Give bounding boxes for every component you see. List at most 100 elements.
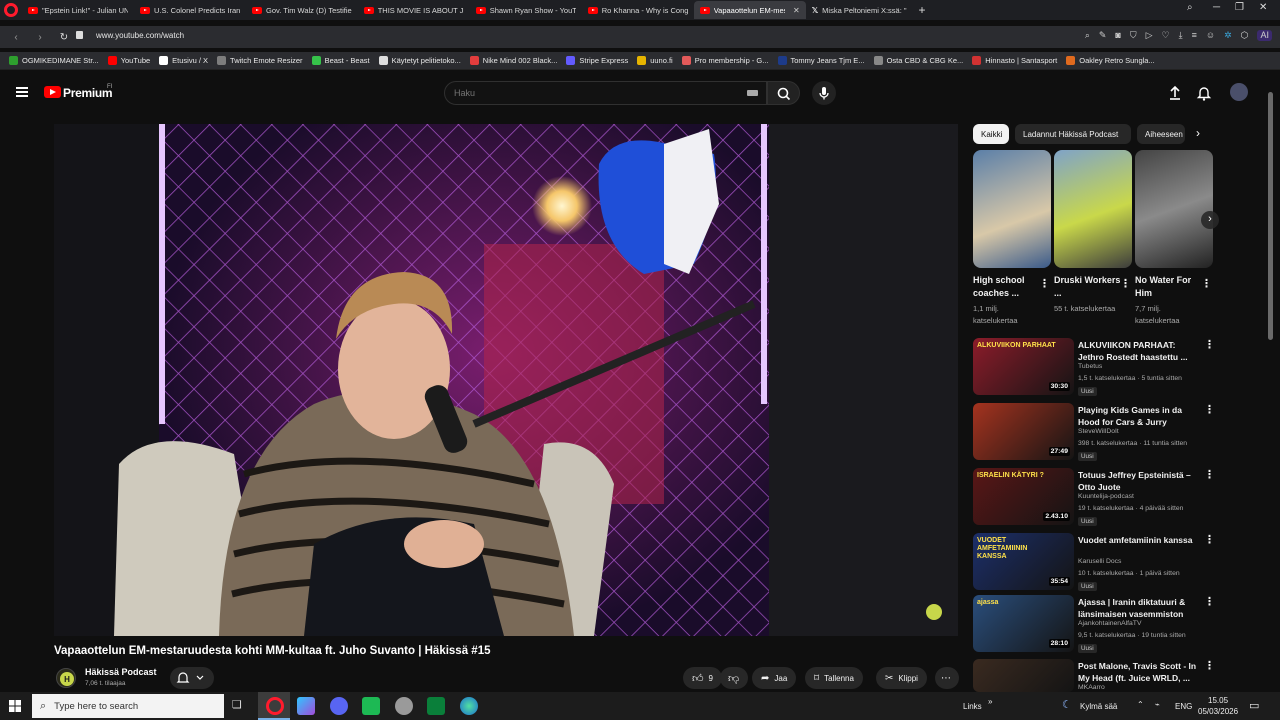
links-toolbar[interactable]: Links [963,702,982,711]
bookmark-item[interactable]: YouTube [107,56,150,65]
chips-next-icon[interactable]: › [1190,126,1206,142]
browser-tab[interactable]: Shawn Ryan Show - YouT [470,1,582,19]
voice-search-button[interactable] [812,81,836,105]
recommendation-thumbnail[interactable] [973,659,1074,692]
copilot-taskbar-icon[interactable] [297,697,315,715]
recommendation-channel[interactable]: Karuselli Docs [1078,558,1121,565]
more-actions-button[interactable]: ⋯ [935,667,959,689]
recommendation-menu-icon[interactable]: ⋮ [1204,470,1215,481]
guide-menu-icon[interactable] [16,87,28,97]
recommendation-menu-icon[interactable]: ⋮ [1204,661,1215,672]
recommendation-title[interactable]: Ajassa | Iranin diktatuuri & länsimaisen… [1078,596,1200,620]
brand-label[interactable]: Premium [63,86,113,100]
bookmark-item[interactable]: Etusivu / X [159,56,208,65]
opera-taskbar-icon[interactable] [266,697,284,715]
recommendation-thumbnail[interactable]: VUODET AMFETAMIININ KANSSA 35:54 [973,533,1074,590]
recommendation-channel[interactable]: Tubetus [1078,363,1102,370]
search-button[interactable] [767,81,800,105]
bookmark-item[interactable]: OGMIKEDIMANE Str... [9,56,99,65]
filter-chip[interactable]: Ladannut Häkissä Podcast [1015,124,1131,144]
recommendation-title[interactable]: ALKUVIIKON PARHAAT: Jethro Rostedt haast… [1078,339,1200,363]
edit-icon[interactable]: ✎ [1099,30,1107,41]
player-icon[interactable]: ▷ [1146,30,1153,41]
task-view-icon[interactable]: ❏ [232,698,242,711]
bookmark-item[interactable]: Hinnasto | Santasport [972,56,1057,65]
search-page-icon[interactable]: ⌕ [1085,30,1090,41]
save-button[interactable]: ⌑ Tallenna [805,667,863,689]
shorts-next-icon[interactable]: › [1201,211,1219,229]
bookmark-item[interactable]: Tommy Jeans Tjm E... [777,56,865,65]
recommendation-channel[interactable]: AjankohtainenAlfaTV [1078,620,1141,627]
channel-name[interactable]: Häkissä Podcast [85,667,157,677]
windows-start-icon[interactable] [9,700,21,712]
heart-icon[interactable]: ♡ [1162,30,1170,41]
short-menu-icon[interactable]: ⋮ [1039,279,1050,290]
recommendation-thumbnail[interactable]: 27:49 [973,403,1074,460]
opera-logo-icon[interactable] [4,3,18,17]
account-avatar[interactable] [1230,83,1248,101]
clock-time[interactable]: 15.05 [1208,696,1228,705]
media-taskbar-icon[interactable] [427,697,445,715]
bookmark-item[interactable]: Twitch Emote Resizer [217,56,303,65]
short-menu-icon[interactable]: ⋮ [1120,279,1131,290]
language-indicator[interactable]: ENG [1175,702,1192,711]
forward-icon[interactable]: › [32,32,48,43]
menu-icon[interactable]: ≡ [1192,30,1197,41]
recommendation-channel[interactable]: Kuuntelija-podcast [1078,493,1134,500]
recommendation-thumbnail[interactable]: ajassa 28:10 [973,595,1074,652]
back-icon[interactable]: ‹ [8,32,24,43]
bookmark-item[interactable]: Käytetyt pelitietoko... [378,56,461,65]
upload-icon[interactable] [1166,84,1184,102]
recommendation-channel[interactable]: SteveWillDoIt [1078,428,1119,435]
share-button[interactable]: ➦ Jaa [752,667,797,689]
lock-icon[interactable] [76,31,83,39]
clip-button[interactable]: ✂ Klippi [876,667,927,689]
channel-avatar[interactable]: H [56,668,76,688]
recommendation-menu-icon[interactable]: ⋮ [1204,405,1215,416]
close-window-icon[interactable]: ✕ [1259,2,1267,13]
edge-taskbar-icon[interactable] [460,697,478,715]
bookmark-item[interactable]: uuno.fi [637,56,673,65]
recommendation-menu-icon[interactable]: ⋮ [1204,535,1215,546]
browser-tab[interactable]: "Epstein Link!" - Julian UN [22,1,134,19]
clock-date[interactable]: 05/03/2026 [1198,707,1238,716]
browser-tab[interactable]: Vapaaottelun EM-mes ✕ [693,1,806,19]
search-input[interactable] [444,81,767,105]
terminal-taskbar-icon[interactable] [362,697,380,715]
video-player[interactable] [54,124,958,636]
filter-chip[interactable]: Kaikki [973,124,1009,144]
maximize-icon[interactable]: ❐ [1235,2,1244,13]
weather-icon[interactable]: ☾ [1062,698,1072,711]
reload-icon[interactable]: ↻ [56,32,72,43]
bookmark-item[interactable]: Pro membership - G... [681,56,769,65]
bookmark-item[interactable]: Osta CBD & CBG Ke... [873,56,963,65]
short-thumbnail[interactable] [973,150,1051,268]
bookmark-item[interactable]: Oakley Retro Sungla... [1066,56,1155,65]
camera-icon[interactable]: ◙ [1115,30,1120,41]
bookmark-item[interactable]: Stripe Express [566,56,628,65]
profile-icon[interactable]: ☺ [1206,30,1215,41]
taskbar-search[interactable]: ⌕ Type here to search [32,694,224,718]
browser-tab[interactable]: Gov. Tim Walz (D) Testifie [246,1,358,19]
recommendation-channel[interactable]: MKAarro [1078,684,1105,691]
shield-icon[interactable]: ⛉ [1130,30,1137,41]
discord-taskbar-icon[interactable] [330,697,348,715]
browser-tab[interactable]: 𝕏 Miska Peltoniemi X:ssä: " [806,1,913,19]
short-thumbnail[interactable] [1135,150,1213,268]
short-title[interactable]: High school coaches ... [973,274,1043,299]
recommendation-title[interactable]: Totuus Jeffrey Epsteinistä – Otto Juote [1078,469,1200,493]
short-thumbnail[interactable] [1054,150,1132,268]
recommendation-menu-icon[interactable]: ⋮ [1204,340,1215,351]
browser-tab[interactable]: THIS MOVIE IS ABOUT JEF [358,1,470,19]
weather-label[interactable]: Kylmä sää [1080,702,1117,711]
download-icon[interactable]: ⤓ [1179,30,1183,41]
bookmark-item[interactable]: Nike Mind 002 Black... [469,56,557,65]
filter-chip[interactable]: Aiheeseen [1137,124,1185,144]
recommendation-title[interactable]: Vuodet amfetamiinin kanssa [1078,534,1200,546]
browser-search-icon[interactable]: ⌕ [1187,2,1193,13]
short-menu-icon[interactable]: ⋮ [1201,279,1212,290]
recommendation-title[interactable]: Playing Kids Games in da Hood for Cars &… [1078,404,1200,428]
extension-icon[interactable]: ✲ [1224,30,1232,41]
network-icon[interactable]: ⌁ [1155,700,1160,709]
keyboard-icon[interactable] [747,90,758,96]
